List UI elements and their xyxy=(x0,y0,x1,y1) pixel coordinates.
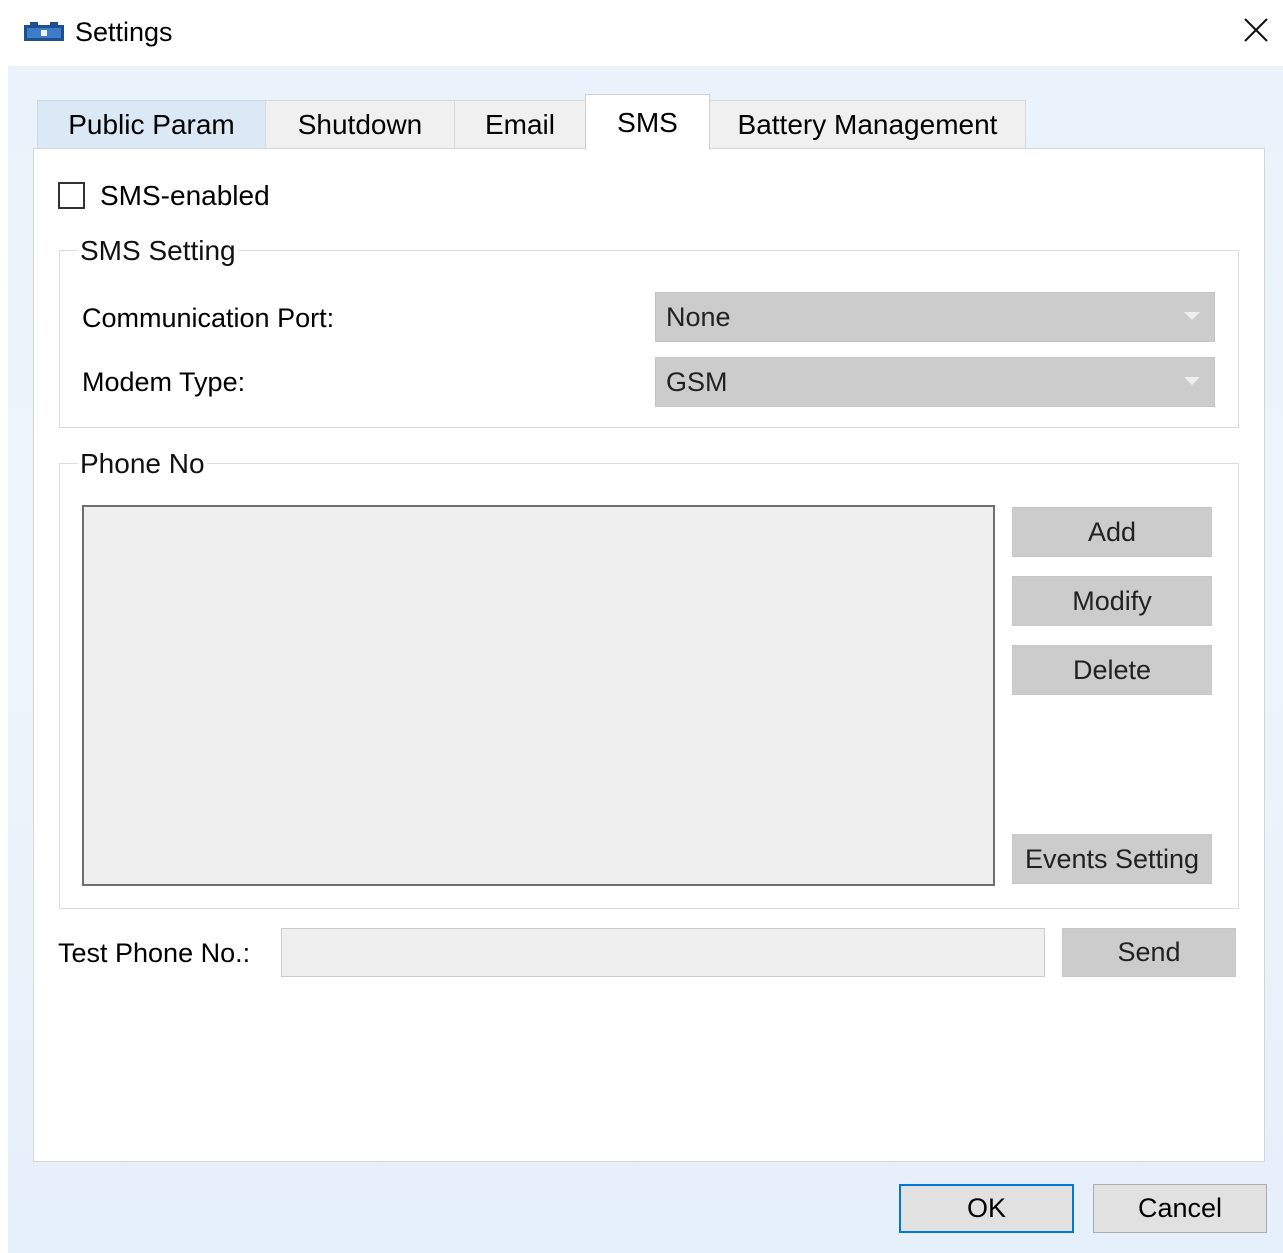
modify-button[interactable]: Modify xyxy=(1012,576,1212,626)
communication-port-label: Communication Port: xyxy=(82,303,335,333)
tab-email[interactable]: Email xyxy=(454,100,586,149)
cancel-button[interactable]: Cancel xyxy=(1093,1184,1267,1233)
battery-app-icon xyxy=(24,22,64,41)
sms-setting-legend: SMS Setting xyxy=(78,235,238,266)
window-title: Settings xyxy=(75,17,173,47)
delete-button[interactable]: Delete xyxy=(1012,645,1212,695)
add-button[interactable]: Add xyxy=(1012,507,1212,557)
communication-port-value: None xyxy=(666,302,731,332)
test-phone-input[interactable] xyxy=(281,928,1045,977)
tab-battery-management[interactable]: Battery Management xyxy=(709,100,1026,149)
sms-enabled-label[interactable]: SMS-enabled xyxy=(100,180,270,212)
communication-port-select[interactable]: None xyxy=(655,292,1215,342)
phone-number-list[interactable] xyxy=(82,505,995,886)
modem-type-value: GSM xyxy=(666,367,728,397)
tab-sms[interactable]: SMS xyxy=(585,94,710,150)
events-setting-button[interactable]: Events Setting xyxy=(1012,834,1212,884)
sms-enabled-checkbox[interactable] xyxy=(58,182,85,209)
tab-shutdown[interactable]: Shutdown xyxy=(265,100,455,149)
phone-no-legend: Phone No xyxy=(78,448,207,479)
ok-button[interactable]: OK xyxy=(899,1184,1074,1233)
chevron-down-icon xyxy=(1184,377,1200,385)
tab-public-param[interactable]: Public Param xyxy=(37,100,266,149)
test-phone-label: Test Phone No.: xyxy=(58,938,251,968)
chevron-down-icon xyxy=(1184,312,1200,320)
close-icon[interactable] xyxy=(1238,12,1274,48)
title-bar: Settings xyxy=(0,0,1283,66)
modem-type-label: Modem Type: xyxy=(82,367,246,397)
send-button[interactable]: Send xyxy=(1062,928,1236,977)
modem-type-select[interactable]: GSM xyxy=(655,357,1215,407)
